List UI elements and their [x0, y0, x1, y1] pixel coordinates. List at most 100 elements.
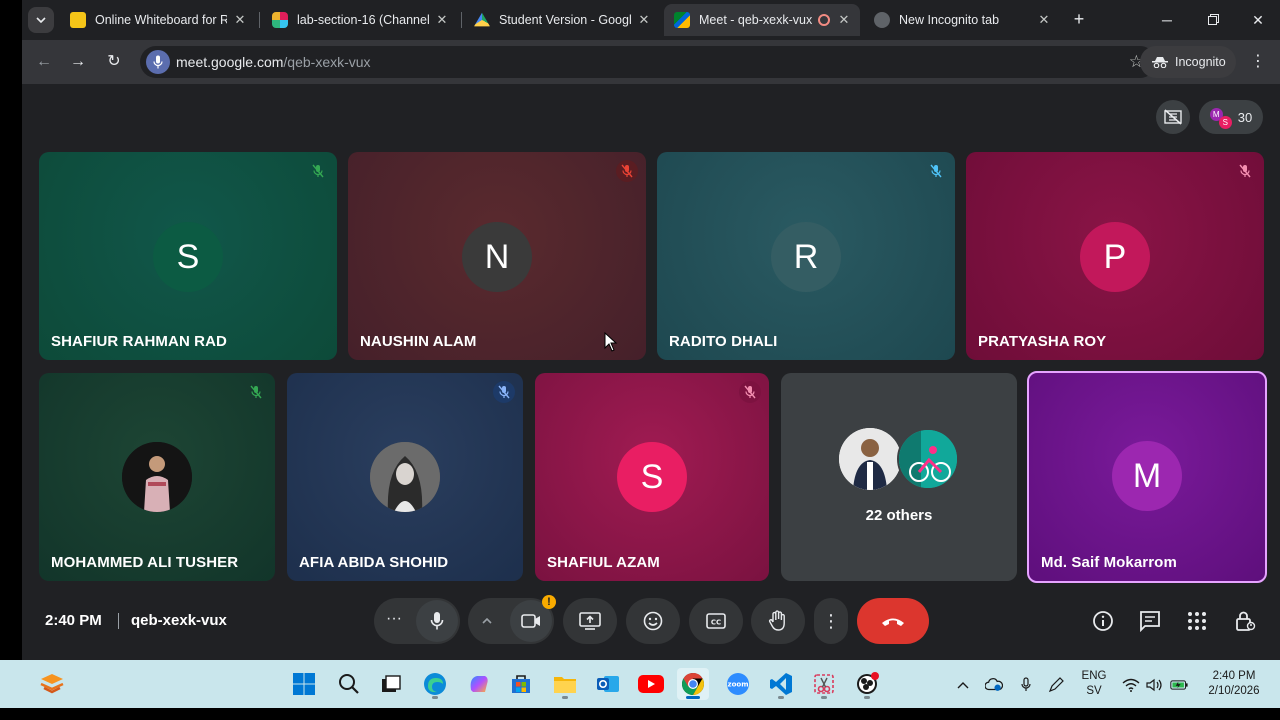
tab-title: Student Version - Google — [499, 13, 631, 27]
input-language-indicator[interactable]: ENG SV — [1078, 669, 1110, 699]
url-host: meet.google.com — [176, 54, 284, 70]
obs-icon — [857, 672, 879, 694]
close-window-icon[interactable]: ✕ — [1246, 8, 1270, 32]
mic-off-icon — [245, 381, 267, 403]
participant-tile[interactable]: MOHAMMED ALI TUSHER — [39, 373, 275, 581]
stack-layers-icon — [40, 674, 64, 694]
raise-hand-button[interactable] — [751, 598, 805, 644]
volume-icon[interactable] — [1145, 676, 1163, 694]
microphone-in-use-icon[interactable] — [1017, 676, 1035, 694]
incognito-label: Incognito — [1175, 55, 1226, 69]
participant-photo — [122, 442, 192, 512]
widgets-button[interactable] — [36, 668, 68, 700]
apps-grid-icon — [1188, 612, 1206, 630]
microsoft-store-icon — [512, 675, 530, 693]
participant-tile[interactable]: R RADITO DHALI — [657, 152, 955, 360]
search-icon — [339, 674, 359, 694]
file-explorer-app[interactable] — [549, 668, 581, 700]
close-tab-icon[interactable]: ✕ — [836, 12, 852, 28]
meeting-details-button[interactable] — [1091, 609, 1115, 633]
outlook-app[interactable] — [592, 668, 624, 700]
tab-whiteboard[interactable]: Online Whiteboard for Re ✕ — [60, 4, 256, 36]
battery-charging-icon[interactable] — [1170, 676, 1188, 694]
tab-bar: Online Whiteboard for Re ✕ lab-section-1… — [22, 0, 1280, 40]
present-screen-button[interactable] — [563, 598, 617, 644]
participant-tile[interactable]: N NAUSHIN ALAM — [348, 152, 646, 360]
zoom-app[interactable]: zoom — [722, 668, 754, 700]
recording-icon — [818, 14, 830, 26]
activities-button[interactable] — [1185, 609, 1209, 633]
more-audio-options-icon[interactable]: ··· — [386, 610, 402, 628]
tab-slack[interactable]: lab-section-16 (Channel) ✕ — [262, 4, 458, 36]
clock-area[interactable]: 2:40 PM 2/10/2026 — [1200, 669, 1268, 699]
participant-name: Md. Saif Mokarrom — [1041, 554, 1177, 571]
show-hidden-icons-button[interactable] — [954, 676, 972, 694]
participant-tile[interactable]: S SHAFIUL AZAM — [535, 373, 769, 581]
participant-tile-speaking[interactable]: M Md. Saif Mokarrom — [1027, 371, 1267, 583]
store-app[interactable] — [505, 668, 537, 700]
pen-icon[interactable] — [1047, 676, 1065, 694]
close-tab-icon[interactable]: ✕ — [232, 12, 248, 28]
captions-button[interactable]: CC — [689, 598, 743, 644]
microphone-site-icon[interactable] — [146, 50, 170, 74]
tab-search-button[interactable] — [28, 7, 54, 33]
host-controls-button[interactable] — [1233, 609, 1257, 633]
address-bar[interactable]: meet.google.com/qeb-xexk-vux ☆ — [140, 46, 1156, 78]
obs-app[interactable] — [851, 668, 883, 700]
google-meet-icon — [674, 12, 690, 28]
participant-tile[interactable]: P PRATYASHA ROY — [966, 152, 1264, 360]
chrome-app[interactable] — [677, 668, 709, 700]
browser-menu-icon[interactable]: ⋮ — [1248, 50, 1268, 74]
minimize-icon[interactable]: ─ — [1155, 8, 1179, 32]
more-options-button[interactable]: ⋮ — [814, 598, 848, 644]
leave-call-button[interactable] — [857, 598, 929, 644]
tab-divider — [259, 12, 260, 28]
layout-toggle-button[interactable] — [1156, 100, 1190, 134]
close-tab-icon[interactable]: ✕ — [434, 12, 450, 28]
reactions-button[interactable] — [626, 598, 680, 644]
close-tab-icon[interactable]: ✕ — [636, 12, 652, 28]
vscode-app[interactable] — [765, 668, 797, 700]
edge-app[interactable] — [419, 668, 451, 700]
back-arrow-icon[interactable]: ← — [32, 50, 56, 74]
restore-icon[interactable] — [1201, 8, 1225, 32]
start-button[interactable] — [288, 668, 320, 700]
onedrive-sync-icon[interactable] — [985, 676, 1003, 694]
participant-tile[interactable]: S SHAFIUR RAHMAN RAD — [39, 152, 337, 360]
new-tab-button[interactable]: + — [1068, 9, 1090, 31]
google-drive-icon — [474, 12, 490, 27]
mic-off-icon — [1234, 160, 1256, 182]
youtube-app[interactable] — [635, 668, 667, 700]
tab-meet-active[interactable]: Meet - qeb-xexk-vux ✕ — [664, 4, 860, 36]
copilot-icon — [470, 676, 488, 692]
others-tile[interactable]: 22 others — [781, 373, 1017, 581]
windows-logo-icon — [293, 673, 315, 695]
reload-icon[interactable]: ↻ — [102, 50, 126, 74]
close-tab-icon[interactable]: ✕ — [1036, 12, 1052, 28]
microphone-button[interactable] — [416, 600, 458, 642]
running-indicator — [864, 696, 870, 699]
chrome-icon — [682, 673, 704, 695]
forward-arrow-icon[interactable]: → — [66, 50, 90, 74]
tab-incognito[interactable]: New Incognito tab ✕ — [864, 4, 1060, 36]
task-view-button[interactable] — [375, 668, 407, 700]
raise-hand-icon — [768, 610, 785, 631]
divider — [118, 613, 119, 629]
chat-button[interactable] — [1138, 609, 1162, 633]
tab-google-drive[interactable]: Student Version - Google ✕ — [464, 4, 660, 36]
chevron-down-icon — [36, 17, 46, 23]
participant-tile[interactable]: AFIA ABIDA SHOHID — [287, 373, 523, 581]
svg-text:zoom: zoom — [728, 681, 749, 689]
participants-button[interactable]: M S 30 — [1199, 100, 1263, 134]
mic-off-icon — [493, 381, 515, 403]
chevron-up-icon[interactable] — [482, 611, 492, 629]
warning-badge-icon: ! — [542, 595, 556, 609]
participant-photo — [839, 428, 901, 490]
snipping-tool-app[interactable] — [808, 668, 840, 700]
tab-title: Online Whiteboard for Re — [95, 13, 227, 27]
copilot-app[interactable] — [463, 668, 495, 700]
incognito-badge[interactable]: Incognito — [1140, 46, 1236, 78]
search-button[interactable] — [333, 668, 365, 700]
wifi-icon[interactable] — [1122, 676, 1140, 694]
meeting-code: qeb-xexk-vux — [131, 612, 227, 629]
